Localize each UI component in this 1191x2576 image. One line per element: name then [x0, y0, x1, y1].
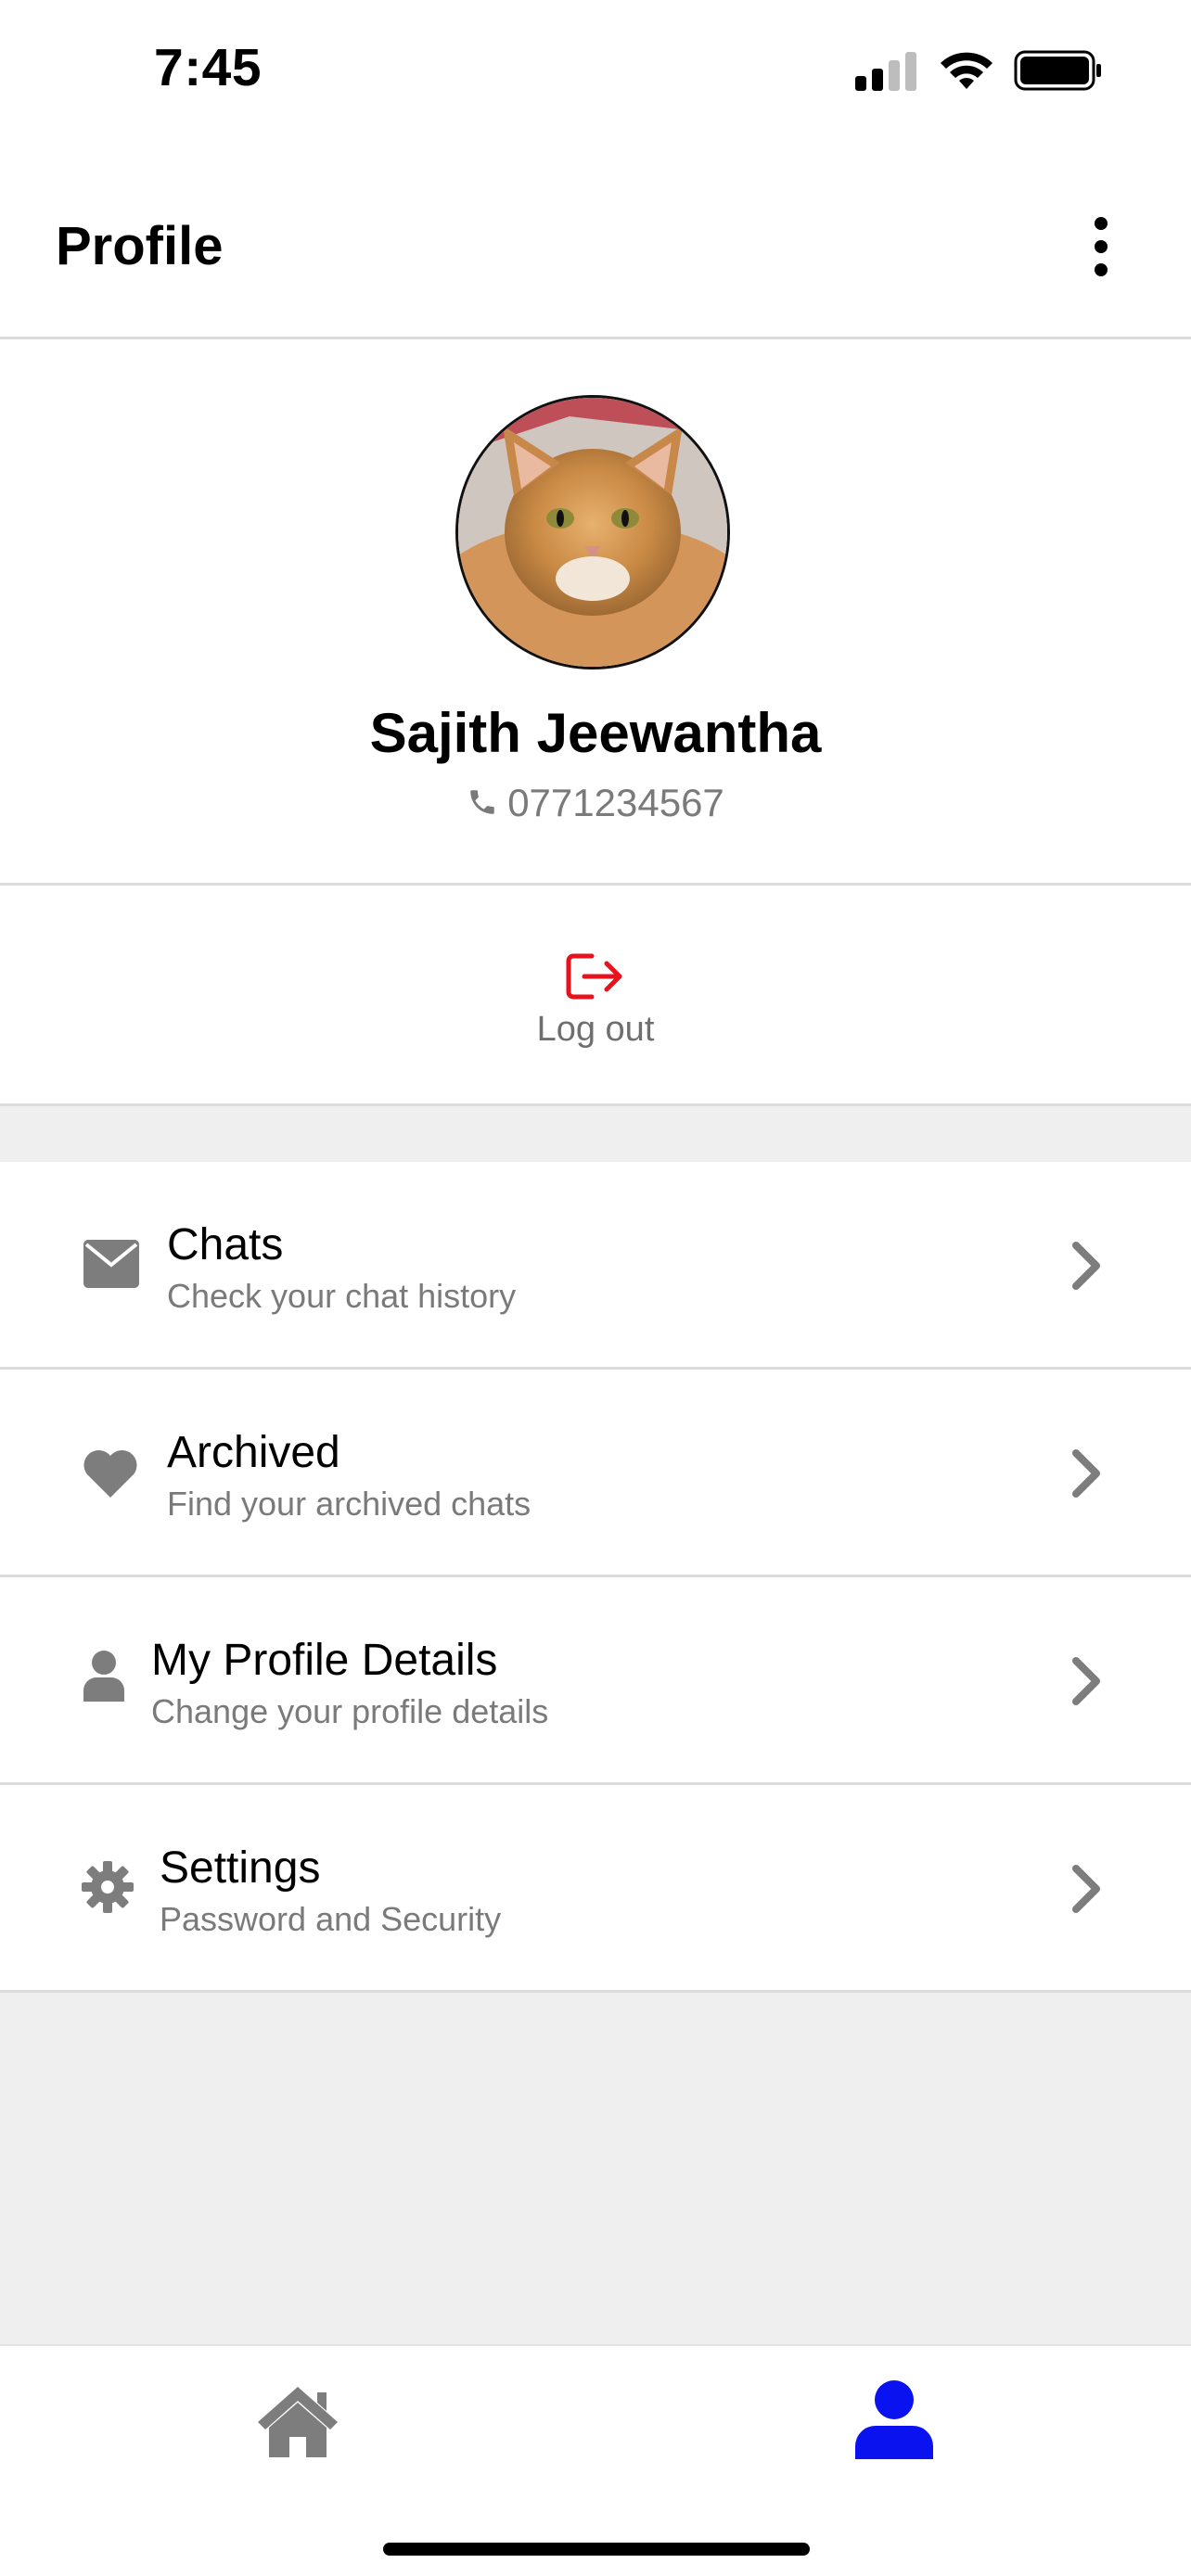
- home-indicator[interactable]: [383, 2543, 810, 2556]
- more-vertical-icon[interactable]: [1078, 210, 1124, 284]
- menu-item-subtitle: Change your profile details: [151, 1692, 549, 1730]
- chevron-right-icon: [1072, 1449, 1100, 1498]
- menu-item-title: Settings: [160, 1843, 321, 1893]
- envelope-icon: [83, 1240, 139, 1288]
- menu-item-settings[interactable]: Settings Password and Security: [0, 1785, 1191, 1993]
- logout-icon: [566, 953, 622, 1000]
- bottom-nav: [0, 2344, 1191, 2576]
- chevron-right-icon: [1072, 1242, 1100, 1290]
- logout-button[interactable]: Log out: [0, 886, 1191, 1106]
- nav-profile-user-icon[interactable]: [855, 2379, 933, 2459]
- profile-section: Sajith Jeewantha 0771234567: [0, 339, 1191, 886]
- app-screen: 7:45 Profile Sajith Jeewantha 0771234567…: [0, 0, 1191, 2576]
- menu-item-profile-details[interactable]: My Profile Details Change your profile d…: [0, 1577, 1191, 1785]
- menu-item-title: Chats: [167, 1220, 284, 1269]
- status-time: 7:45: [154, 38, 263, 97]
- phone-number: 0771234567: [507, 781, 724, 824]
- chevron-right-icon: [1072, 1865, 1100, 1913]
- avatar[interactable]: [455, 395, 730, 670]
- home-icon[interactable]: [256, 2383, 339, 2457]
- avatar-photo: [458, 398, 727, 667]
- logout-label: Log out: [536, 1010, 655, 1049]
- menu-item-chats[interactable]: Chats Check your chat history: [0, 1162, 1191, 1370]
- menu-item-title: My Profile Details: [151, 1636, 498, 1685]
- chevron-right-icon: [1072, 1657, 1100, 1705]
- menu-item-archived[interactable]: Archived Find your archived chats: [0, 1370, 1191, 1577]
- heart-icon: [83, 1449, 137, 1498]
- phone-icon: [470, 790, 494, 814]
- menu-list: Chats Check your chat history Archived F…: [0, 1162, 1191, 1993]
- menu-item-subtitle: Find your archived chats: [167, 1485, 531, 1523]
- app-header: Profile: [0, 139, 1191, 339]
- menu-item-title: Archived: [167, 1428, 340, 1477]
- menu-item-subtitle: Check your chat history: [167, 1277, 517, 1315]
- gear-icon: [82, 1861, 134, 1913]
- user-icon: [83, 1651, 124, 1702]
- phone-number-row: 0771234567: [0, 781, 1191, 825]
- battery-icon: [1014, 50, 1101, 91]
- status-bar: 7:45: [0, 0, 1191, 139]
- signal-icon: [855, 52, 916, 91]
- menu-item-subtitle: Password and Security: [160, 1900, 502, 1938]
- page-title: Profile: [56, 216, 224, 276]
- user-name: Sajith Jeewantha: [369, 702, 822, 764]
- wifi-icon: [941, 52, 992, 89]
